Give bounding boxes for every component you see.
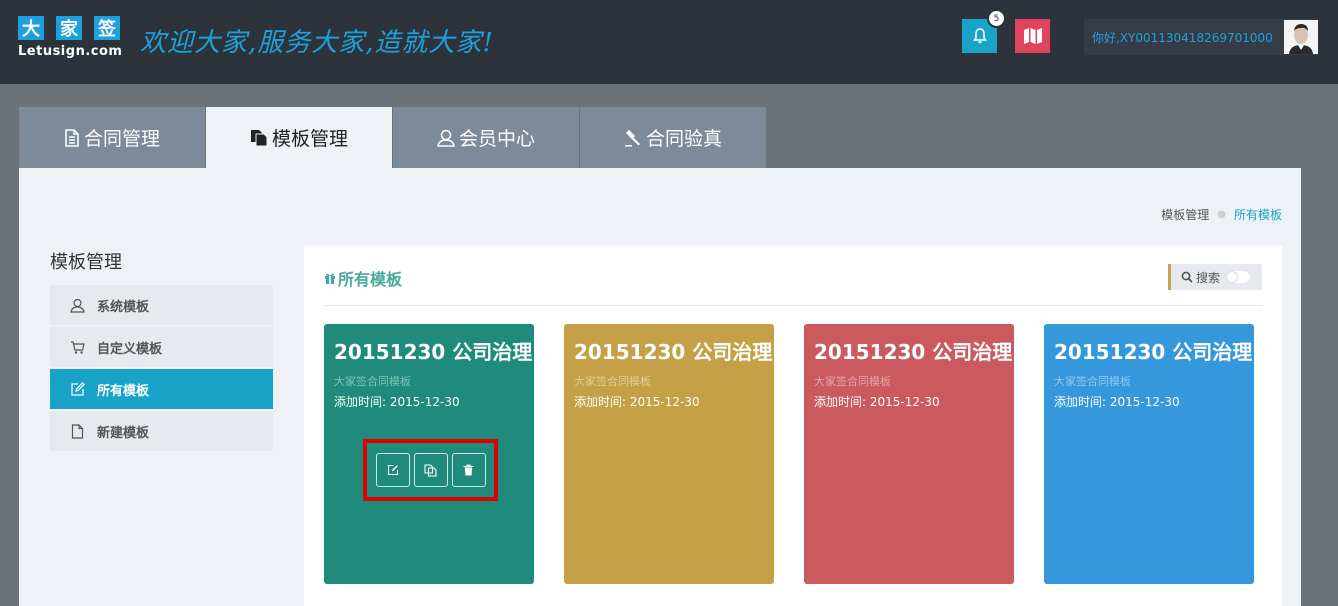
user-icon <box>437 129 455 147</box>
delete-template-button[interactable] <box>451 453 486 487</box>
main-tabs: 合同管理 模板管理 会员中心 合同验真 <box>19 107 767 168</box>
sidebar-item-label: 新建模板 <box>97 425 150 441</box>
user-greeting: 你好,XY001130418269701000 <box>1092 30 1273 45</box>
document-icon <box>65 128 79 147</box>
map-button[interactable] <box>1015 19 1050 53</box>
breadcrumb-parent[interactable]: 模板管理 <box>1161 206 1209 223</box>
tab-label: 合同验真 <box>645 128 722 150</box>
tab-template-management[interactable]: 模板管理 <box>206 107 392 168</box>
user-menu[interactable]: 你好,XY001130418269701000 <box>1084 19 1318 55</box>
template-card[interactable]: 20151230 公司治理 大家签合同模板 添加时间: 2015-12-30 <box>324 324 534 584</box>
logo[interactable]: 大 家 签 Letusign.com <box>18 16 122 64</box>
card-title: 20151230 公司治理 <box>334 340 533 364</box>
logo-char: 家 <box>56 16 82 40</box>
copy-icon <box>250 129 268 146</box>
card-subtitle: 大家签合同模板 <box>574 375 651 388</box>
sidebar-item-label: 系统模板 <box>97 299 150 315</box>
templates-panel: 所有模板 搜索 20151230 公司治理 大家签合同模板 添加时间: 2015… <box>304 246 1282 606</box>
bell-icon <box>972 28 987 44</box>
search-toggle[interactable]: 搜索 <box>1168 264 1262 290</box>
card-subtitle: 大家签合同模板 <box>814 375 891 388</box>
sidebar-item-new-template[interactable]: 新建模板 <box>50 411 273 451</box>
card-subtitle: 大家签合同模板 <box>334 375 411 388</box>
card-date: 添加时间: 2015-12-30 <box>574 395 700 409</box>
card-actions-group <box>363 439 498 501</box>
user-icon <box>70 298 85 313</box>
sidebar-menu: 系统模板 自定义模板 所有模板 新建模板 <box>50 285 273 453</box>
gift-icon <box>325 273 335 284</box>
card-date: 添加时间: 2015-12-30 <box>334 395 460 409</box>
card-title: 20151230 公司治理 <box>814 340 1013 364</box>
logo-char: 签 <box>94 16 120 40</box>
search-label: 搜索 <box>1196 270 1221 285</box>
sidebar-item-label: 自定义模板 <box>97 341 163 357</box>
map-icon <box>1023 28 1042 44</box>
edit-icon <box>71 381 85 396</box>
card-title: 20151230 公司治理 <box>1054 340 1253 364</box>
tab-member-center[interactable]: 会员中心 <box>393 107 579 168</box>
cart-icon <box>71 340 85 354</box>
card-date: 添加时间: 2015-12-30 <box>1054 395 1180 409</box>
tab-label: 模板管理 <box>271 128 348 150</box>
tab-label: 合同管理 <box>83 128 160 150</box>
content-area: 模板管理 ● 所有模板 模板管理 系统模板 自定义模板 所有模板 新建模板 所有… <box>19 168 1301 606</box>
card-date: 添加时间: 2015-12-30 <box>814 395 940 409</box>
logo-text: Letusign.com <box>18 44 123 59</box>
template-card[interactable]: 20151230 公司治理 大家签合同模板 添加时间: 2015-12-30 <box>564 324 774 584</box>
card-subtitle: 大家签合同模板 <box>1054 375 1131 388</box>
logo-char: 大 <box>18 16 44 40</box>
search-toggle-switch[interactable] <box>1226 271 1251 283</box>
trash-icon <box>463 464 474 476</box>
tab-contract-management[interactable]: 合同管理 <box>19 107 205 168</box>
panel-title: 所有模板 <box>324 266 402 290</box>
sidebar-item-all-templates[interactable]: 所有模板 <box>50 369 273 409</box>
template-card[interactable]: 20151230 公司治理 大家签合同模板 添加时间: 2015-12-30 <box>804 324 1014 584</box>
sidebar-item-system-templates[interactable]: 系统模板 <box>50 285 273 325</box>
sidebar-item-custom-templates[interactable]: 自定义模板 <box>50 327 273 367</box>
file-icon <box>71 423 84 439</box>
breadcrumb-current: 所有模板 <box>1233 208 1282 222</box>
top-header: 大 家 签 Letusign.com 欢迎大家,服务大家,造就大家! 5 你好,… <box>0 0 1338 84</box>
copy-template-button[interactable] <box>413 453 448 487</box>
notification-count-badge: 5 <box>987 9 1006 28</box>
edit-icon <box>387 464 398 476</box>
tab-label: 会员中心 <box>458 128 535 150</box>
edit-template-button[interactable] <box>375 453 410 487</box>
search-icon <box>1181 271 1193 283</box>
tab-contract-verification[interactable]: 合同验真 <box>580 107 766 168</box>
card-title: 20151230 公司治理 <box>574 340 773 364</box>
slogan: 欢迎大家,服务大家,造就大家! <box>140 28 494 58</box>
panel-divider <box>324 305 1262 306</box>
panel-title-text: 所有模板 <box>338 270 403 289</box>
breadcrumb-separator: ● <box>1217 209 1226 220</box>
copy-icon <box>424 463 437 477</box>
breadcrumb: 模板管理 ● 所有模板 <box>1161 206 1282 223</box>
gavel-icon <box>624 129 640 146</box>
sidebar-title: 模板管理 <box>50 252 122 273</box>
template-card[interactable]: 20151230 公司治理 大家签合同模板 添加时间: 2015-12-30 <box>1044 324 1254 584</box>
avatar-image <box>1284 20 1318 54</box>
avatar[interactable] <box>1284 20 1318 54</box>
sidebar-item-label: 所有模板 <box>97 383 150 399</box>
